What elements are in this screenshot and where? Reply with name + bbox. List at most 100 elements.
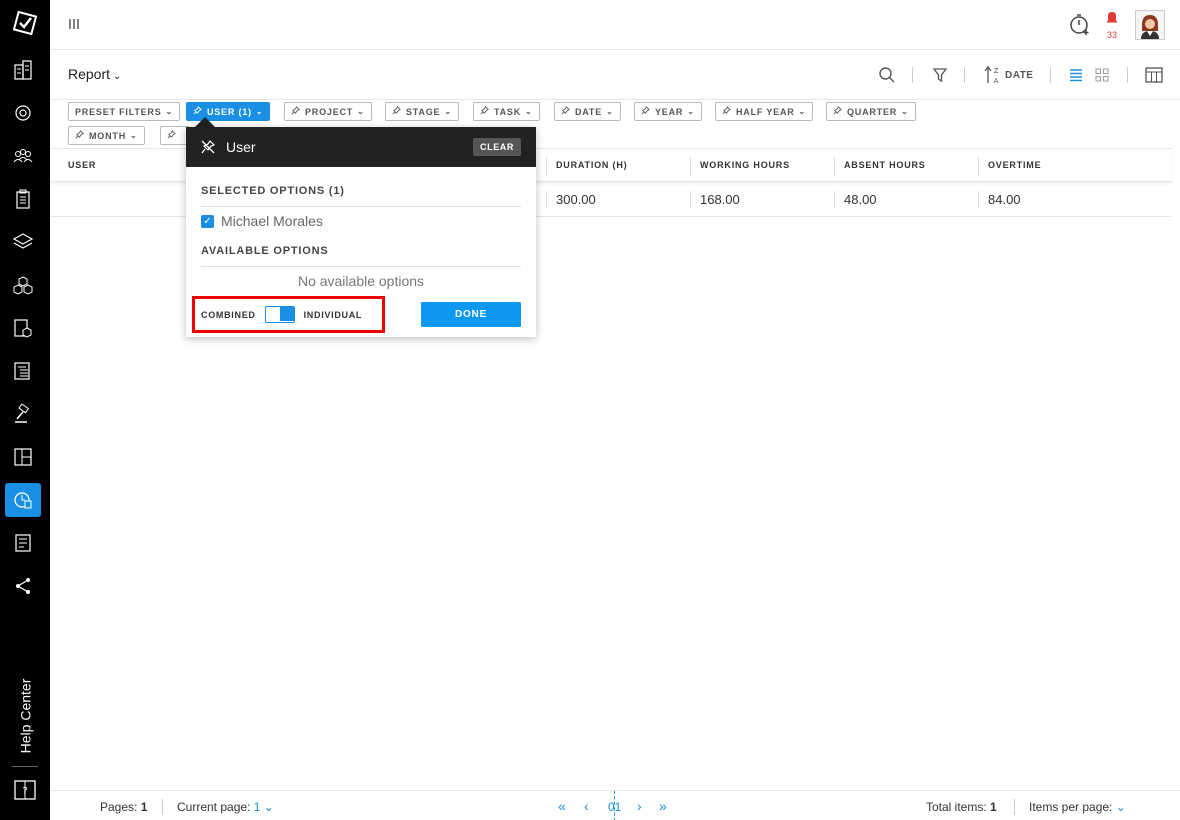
column-divider xyxy=(834,191,835,209)
previous-page-icon[interactable]: ‹ xyxy=(584,798,589,814)
toolbar-divider xyxy=(912,67,913,83)
column-header-absent-hours[interactable]: ABSENT HOURS xyxy=(844,160,926,170)
columns-button[interactable] xyxy=(1145,64,1163,86)
column-header-user[interactable]: USER xyxy=(68,160,96,170)
total-items-value: 1 xyxy=(990,800,997,814)
filter-chip-quarter[interactable]: QUARTER ⌄ xyxy=(826,102,916,121)
pin-icon xyxy=(480,106,489,117)
sort-button[interactable]: ZA DATE xyxy=(983,64,1033,86)
last-page-icon[interactable]: » xyxy=(659,798,667,814)
pin-icon xyxy=(392,106,401,117)
timer-add-icon[interactable] xyxy=(1068,12,1092,36)
next-page-icon[interactable]: › xyxy=(637,798,642,814)
list-view-button[interactable] xyxy=(1069,64,1083,86)
column-divider xyxy=(978,157,979,175)
filter-chip-label: MONTH xyxy=(89,130,126,141)
document-cube-icon[interactable] xyxy=(5,311,41,345)
first-page-icon[interactable]: « xyxy=(558,798,566,814)
filter-chip-month[interactable]: MONTH ⌄ xyxy=(68,126,145,145)
pin-icon xyxy=(291,106,300,117)
done-button[interactable]: DONE xyxy=(421,302,521,327)
individual-label: INDIVIDUAL xyxy=(303,309,363,320)
cell-absent-hours: 48.00 xyxy=(844,192,877,207)
time-report-icon[interactable] xyxy=(5,483,41,517)
chevron-down-icon: ⌄ xyxy=(165,107,174,116)
user-avatar[interactable] xyxy=(1135,10,1165,40)
filter-chip-label: HALF YEAR xyxy=(736,106,795,117)
chevron-down-icon: ⌄ xyxy=(798,107,807,116)
chevron-down-icon: ⌄ xyxy=(444,107,452,116)
selected-options-title: SELECTED OPTIONS (1) xyxy=(201,185,345,197)
cubes-icon[interactable] xyxy=(5,268,41,302)
chevron-down-icon: ⌄ xyxy=(113,71,122,82)
column-divider xyxy=(978,191,979,209)
gavel-icon[interactable] xyxy=(5,397,41,431)
pages-label: Pages: xyxy=(100,800,138,814)
unpin-close-icon[interactable] xyxy=(200,139,216,155)
selected-option-item[interactable]: ✓ Michael Morales xyxy=(201,213,323,229)
settings-building-icon[interactable] xyxy=(5,96,41,130)
filter-chip-year[interactable]: YEAR ⌄ xyxy=(634,102,702,121)
items-per-page-selector[interactable]: Items per page: ⌄ xyxy=(1029,800,1126,814)
pin-icon xyxy=(722,106,731,117)
grid-view-icon xyxy=(1095,68,1109,82)
help-book-icon[interactable]: ? xyxy=(12,778,38,804)
pages-info: Pages: 1 xyxy=(100,800,147,814)
layout-icon[interactable] xyxy=(5,440,41,474)
clipboard-icon[interactable] xyxy=(5,182,41,216)
checkbox-checked-icon[interactable]: ✓ xyxy=(201,214,214,228)
ledger-icon[interactable] xyxy=(5,526,41,560)
notifications-button[interactable]: 33 xyxy=(1104,10,1120,40)
column-header-duration[interactable]: DURATION (H) xyxy=(556,160,627,170)
current-page-label: Current page: xyxy=(177,800,251,814)
filter-chip-stage[interactable]: STAGE ⌄ xyxy=(385,102,459,121)
chevron-down-icon: ⌄ xyxy=(606,107,614,116)
section-divider xyxy=(201,266,521,267)
column-header-overtime[interactable]: OVERTIME xyxy=(988,160,1041,170)
items-per-page-label: Items per page: xyxy=(1029,800,1113,814)
share-icon[interactable] xyxy=(5,569,41,603)
clear-button[interactable]: CLEAR xyxy=(473,138,521,156)
chevron-down-icon: ⌄ xyxy=(357,107,365,116)
chevron-down-icon: ⌄ xyxy=(901,107,909,116)
app-logo-icon[interactable] xyxy=(12,10,38,36)
filter-chip-half-year[interactable]: HALF YEAR ⌄ xyxy=(715,102,814,121)
people-icon[interactable] xyxy=(5,139,41,173)
column-header-working-hours[interactable]: WORKING HOURS xyxy=(700,160,790,170)
buildings-icon[interactable] xyxy=(5,53,41,87)
pin-icon xyxy=(561,106,570,117)
footer-divider xyxy=(1014,799,1015,815)
filter-chip-label: QUARTER xyxy=(847,106,898,117)
total-items-info: Total items: 1 xyxy=(926,800,997,814)
cell-overtime: 84.00 xyxy=(988,192,1021,207)
column-divider xyxy=(690,191,691,209)
user-filter-popup: User CLEAR SELECTED OPTIONS (1) ✓ Michae… xyxy=(186,127,536,337)
toggle-knob xyxy=(279,307,294,321)
help-center-link[interactable]: Help Center xyxy=(0,676,50,756)
column-divider xyxy=(546,157,547,175)
svg-text:?: ? xyxy=(22,786,27,797)
current-page-indicator[interactable]: 01 xyxy=(608,800,621,814)
filter-chip-project[interactable]: PROJECT ⌄ xyxy=(284,102,372,121)
filter-chip-date[interactable]: DATE ⌄ xyxy=(554,102,621,121)
footer-divider xyxy=(162,799,163,815)
search-button[interactable] xyxy=(878,64,896,86)
total-items-label: Total items: xyxy=(926,800,987,814)
current-page-selector[interactable]: Current page: 1 ⌄ xyxy=(177,800,274,814)
filter-button[interactable] xyxy=(932,64,948,86)
chevron-down-icon: ⌄ xyxy=(263,800,274,814)
layers-icon[interactable] xyxy=(5,225,41,259)
filter-chip-label: STAGE xyxy=(406,106,441,117)
report-dropdown[interactable]: Report ⌄ xyxy=(68,66,121,82)
menu-icon[interactable] xyxy=(68,17,82,31)
sitemap-document-icon[interactable] xyxy=(5,354,41,388)
filter-chip-label: USER (1) xyxy=(207,106,252,117)
filter-chip-preset-filters[interactable]: PRESET FILTERS ⌄ xyxy=(68,102,181,121)
combined-individual-toggle[interactable] xyxy=(264,306,295,323)
grid-view-button[interactable] xyxy=(1095,64,1109,86)
filter-chip-label: YEAR xyxy=(655,106,684,117)
sort-label: DATE xyxy=(1005,69,1034,81)
svg-text:A: A xyxy=(994,77,999,85)
filter-chip-task[interactable]: TASK ⌄ xyxy=(473,102,540,121)
sidebar: Help Center ? xyxy=(0,0,50,820)
